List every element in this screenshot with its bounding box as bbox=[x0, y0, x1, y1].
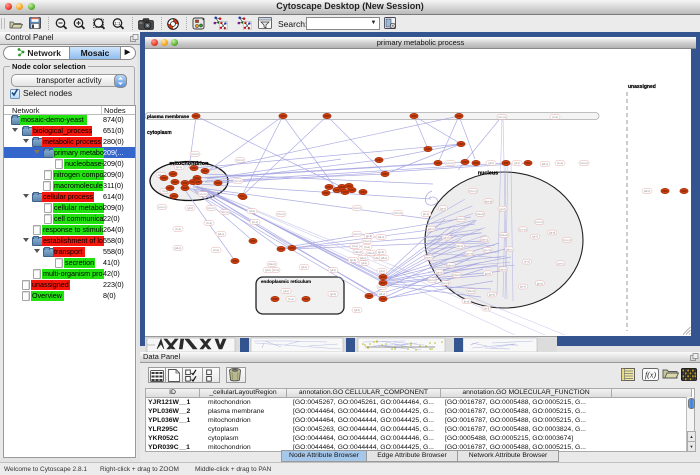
svg-text:mitochondrion: mitochondrion bbox=[169, 161, 209, 167]
svg-text:[dw-d]: [dw-d] bbox=[500, 268, 507, 272]
svg-text:unassigned: unassigned bbox=[628, 84, 656, 90]
svg-text:[yk-l]: [yk-l] bbox=[330, 268, 336, 272]
svg-text:[gt-d]: [gt-d] bbox=[549, 231, 555, 235]
svg-text:[cv-m]: [cv-m] bbox=[466, 252, 473, 256]
svg-text:[dw-d]: [dw-d] bbox=[501, 233, 508, 237]
svg-text:[gt-d]: [gt-d] bbox=[500, 207, 506, 211]
svg-text:[tr-a]: [tr-a] bbox=[206, 221, 212, 225]
svg-text:[gt-d]: [gt-d] bbox=[489, 293, 495, 297]
svg-text:[tr-a]: [tr-a] bbox=[364, 245, 370, 249]
svg-text:[tr-a]: [tr-a] bbox=[352, 244, 358, 248]
svg-text:[tr-a]: [tr-a] bbox=[464, 299, 470, 303]
svg-text:[gt-d]: [gt-d] bbox=[366, 234, 372, 238]
svg-text:[tr-a]: [tr-a] bbox=[557, 161, 563, 165]
svg-text:[pr-x]: [pr-x] bbox=[440, 206, 446, 210]
svg-text:[ab-c]: [ab-c] bbox=[360, 256, 367, 260]
svg-text:[pr-x]: [pr-x] bbox=[558, 261, 564, 265]
svg-text:[cv-m]: [cv-m] bbox=[363, 239, 370, 243]
svg-text:[cv-m]: [cv-m] bbox=[520, 228, 527, 232]
svg-text:[cv-m]: [cv-m] bbox=[191, 152, 198, 156]
svg-text:1:1: 1:1 bbox=[114, 21, 121, 26]
svg-text:[gt-d]: [gt-d] bbox=[350, 258, 356, 262]
svg-text:[ab-c]: [ab-c] bbox=[481, 237, 488, 241]
svg-text:[dw-d]: [dw-d] bbox=[447, 263, 454, 267]
svg-text:[tr-a]: [tr-a] bbox=[552, 115, 558, 119]
svg-text:[yk-l]: [yk-l] bbox=[301, 265, 307, 269]
svg-text:[mm-t]: [mm-t] bbox=[425, 256, 433, 260]
svg-text:[ab-c]: [ab-c] bbox=[542, 162, 549, 166]
svg-text:plasma membrane: plasma membrane bbox=[147, 114, 189, 120]
svg-text:[yk-l]: [yk-l] bbox=[379, 269, 385, 273]
svg-text:[dw-d]: [dw-d] bbox=[485, 199, 492, 203]
svg-text:[ab-c]: [ab-c] bbox=[378, 235, 385, 239]
svg-text:[gt-d]: [gt-d] bbox=[378, 250, 384, 254]
svg-text:[yk-l]: [yk-l] bbox=[249, 209, 255, 213]
svg-text:[cv-m]: [cv-m] bbox=[207, 206, 214, 210]
svg-text:[tr-a]: [tr-a] bbox=[288, 297, 294, 301]
svg-text:[dw-d]: [dw-d] bbox=[354, 250, 361, 254]
svg-text:[dw-d]: [dw-d] bbox=[468, 289, 475, 293]
svg-text:[ab-c]: [ab-c] bbox=[379, 292, 386, 296]
svg-text:[gt-d]: [gt-d] bbox=[485, 271, 491, 275]
svg-text:[cv-m]: [cv-m] bbox=[484, 248, 491, 252]
svg-text:[cv-m]: [cv-m] bbox=[199, 192, 206, 196]
svg-text:[mm-t]: [mm-t] bbox=[221, 210, 229, 214]
svg-text:[mm-t]: [mm-t] bbox=[234, 179, 242, 183]
svg-text:[tr-a]: [tr-a] bbox=[213, 248, 219, 252]
svg-text:[ab-c]: [ab-c] bbox=[175, 246, 182, 250]
svg-text:[cv-m]: [cv-m] bbox=[446, 161, 453, 165]
svg-text:[yk-l]: [yk-l] bbox=[361, 261, 367, 265]
svg-text:[ab-c]: [ab-c] bbox=[428, 227, 435, 231]
svg-text:[yk-l]: [yk-l] bbox=[484, 307, 490, 311]
svg-text:[cv-m]: [cv-m] bbox=[563, 238, 570, 242]
svg-text:f(x): f(x) bbox=[645, 371, 656, 380]
svg-text:[cv-m]: [cv-m] bbox=[442, 281, 449, 285]
svg-text:[mm-t]: [mm-t] bbox=[536, 220, 544, 224]
svg-text:[ab-c]: [ab-c] bbox=[644, 189, 651, 193]
svg-text:[yk-l]: [yk-l] bbox=[514, 161, 520, 165]
svg-text:[mm-t]: [mm-t] bbox=[236, 158, 244, 162]
svg-text:[dw-d]: [dw-d] bbox=[477, 212, 484, 216]
svg-text:[gt-d]: [gt-d] bbox=[443, 236, 449, 240]
svg-text:[cv-m]: [cv-m] bbox=[277, 212, 284, 216]
svg-text:[yk-l]: [yk-l] bbox=[532, 235, 538, 239]
svg-text:[yk-l]: [yk-l] bbox=[488, 161, 494, 165]
svg-text:[mm-t]: [mm-t] bbox=[580, 161, 588, 165]
svg-text:[cv-m]: [cv-m] bbox=[158, 205, 165, 209]
svg-text:endoplasmic reticulum: endoplasmic reticulum bbox=[261, 279, 311, 284]
svg-text:[pr-x]: [pr-x] bbox=[520, 285, 526, 289]
svg-text:[ab-c]: [ab-c] bbox=[456, 244, 463, 248]
svg-text:[dw-d]: [dw-d] bbox=[268, 262, 275, 266]
svg-text:[tr-a]: [tr-a] bbox=[175, 227, 181, 231]
svg-text:[mm-t]: [mm-t] bbox=[428, 278, 436, 282]
svg-text:[gt-d]: [gt-d] bbox=[330, 292, 336, 296]
svg-text:[cv-m]: [cv-m] bbox=[353, 232, 360, 236]
svg-text:[ab-c]: [ab-c] bbox=[506, 247, 513, 251]
svg-text:[gt-d]: [gt-d] bbox=[537, 281, 543, 285]
svg-text:[yk-l]: [yk-l] bbox=[265, 268, 271, 272]
svg-text:[tr-a]: [tr-a] bbox=[524, 260, 530, 264]
svg-text:[yk-l]: [yk-l] bbox=[187, 206, 193, 210]
svg-text:[cv-m]: [cv-m] bbox=[353, 206, 360, 210]
svg-text:[cv-m]: [cv-m] bbox=[457, 217, 464, 221]
svg-text:[mm-t]: [mm-t] bbox=[498, 115, 506, 119]
svg-text:[yk-l]: [yk-l] bbox=[283, 289, 289, 293]
svg-text:nucleus: nucleus bbox=[478, 171, 498, 177]
svg-text:[yk-l]: [yk-l] bbox=[354, 308, 360, 312]
svg-text:[dw-d]: [dw-d] bbox=[454, 273, 461, 277]
svg-text:cytoplasm: cytoplasm bbox=[147, 130, 172, 136]
svg-text:[dw-d]: [dw-d] bbox=[367, 251, 374, 255]
svg-text:[ab-c]: [ab-c] bbox=[381, 256, 388, 260]
svg-text:[pr-x]: [pr-x] bbox=[252, 220, 258, 224]
svg-text:[mm-t]: [mm-t] bbox=[394, 211, 402, 215]
svg-text:[gt-d]: [gt-d] bbox=[436, 270, 442, 274]
svg-text:[ab-c]: [ab-c] bbox=[218, 232, 225, 236]
svg-text:[pr-x]: [pr-x] bbox=[423, 212, 429, 216]
svg-text:[cv-m]: [cv-m] bbox=[469, 189, 476, 193]
